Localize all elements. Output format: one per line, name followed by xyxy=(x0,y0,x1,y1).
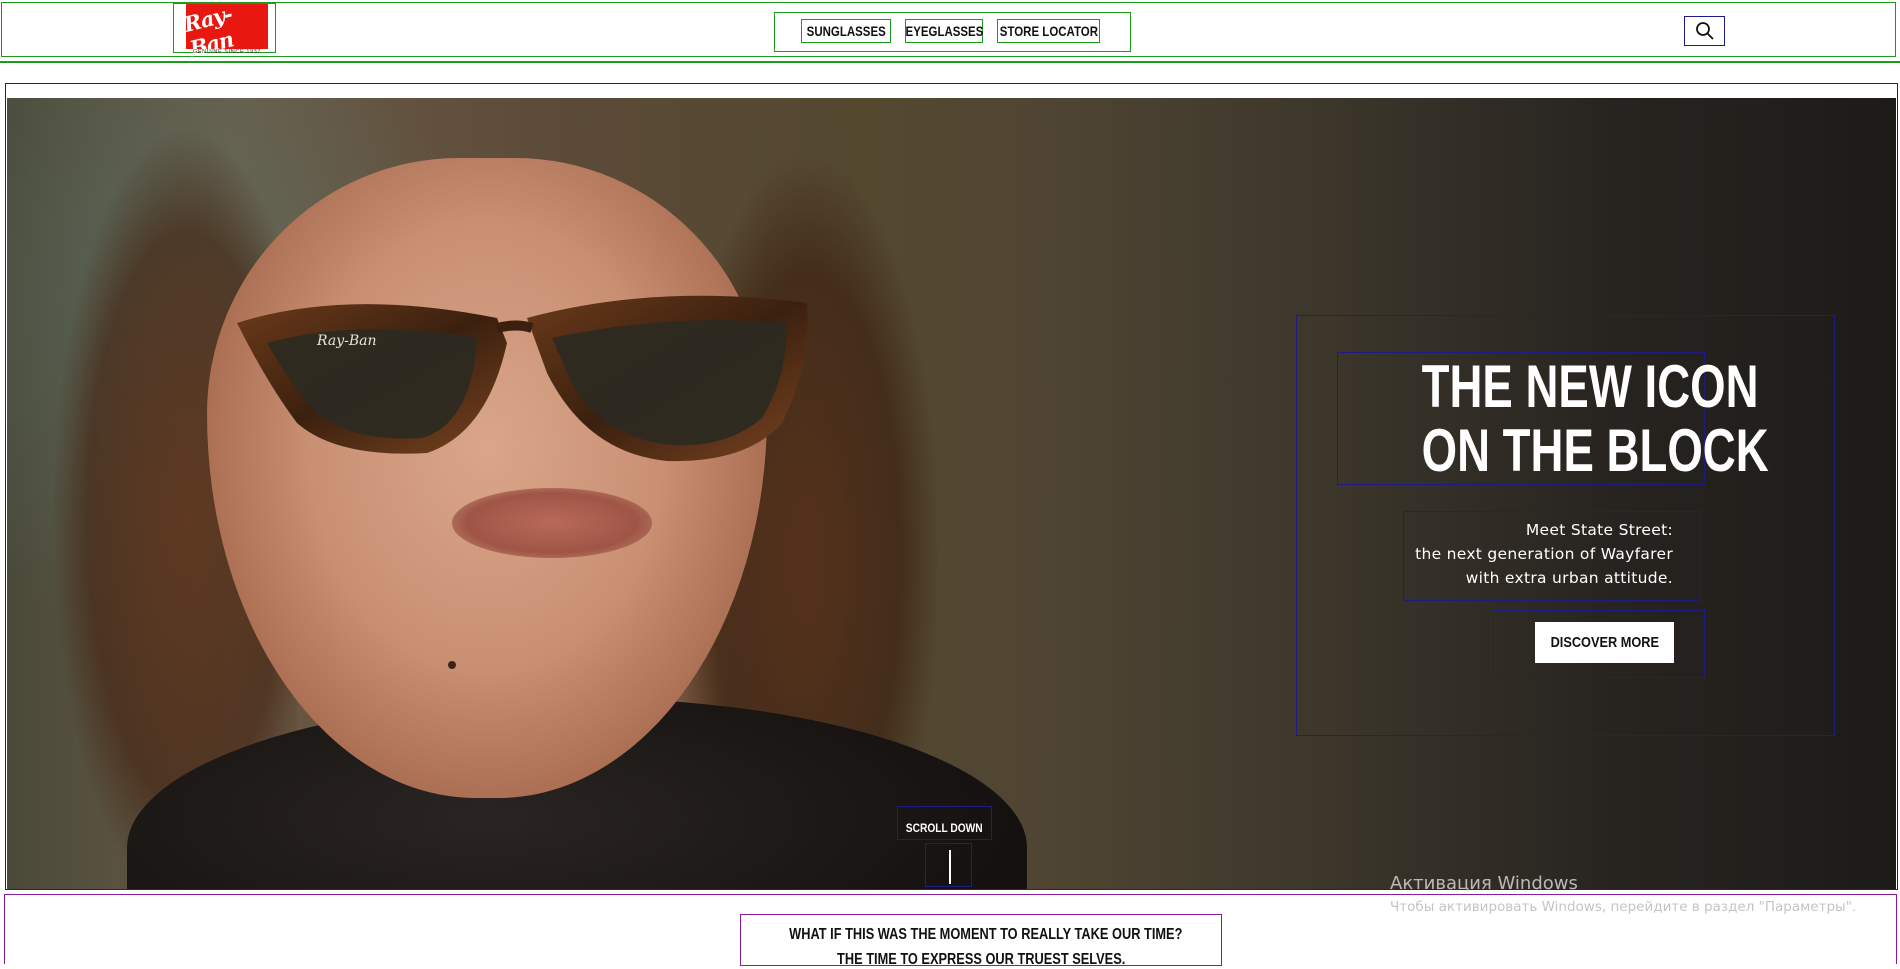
nav-eyeglasses[interactable]: EYEGLASSES xyxy=(905,19,983,43)
svg-text:Ray-Ban: Ray-Ban xyxy=(316,333,377,349)
hero-subtext: Meet State Street: the next generation o… xyxy=(1405,518,1673,590)
headline-line-1: THE NEW ICON xyxy=(1421,353,1759,420)
hero-mole xyxy=(448,661,456,669)
subtext-line-2: the next generation of Wayfarer xyxy=(1415,545,1673,563)
subtext-line-3: with extra urban attitude. xyxy=(1465,569,1673,587)
windows-activation-title: Активация Windows xyxy=(1390,873,1578,894)
sunglasses-illustration: Ray-Ban xyxy=(237,295,808,462)
main-nav: SUNGLASSES EYEGLASSES STORE LOCATOR xyxy=(774,12,1131,52)
headline-line-2: ON THE BLOCK xyxy=(1421,417,1769,484)
subtext-line-1: Meet State Street: xyxy=(1525,521,1673,539)
discover-more-button[interactable]: DISCOVER MORE xyxy=(1535,622,1674,663)
search-button[interactable] xyxy=(1684,16,1725,46)
nav-store-locator[interactable]: STORE LOCATOR xyxy=(997,19,1100,43)
scroll-down-link[interactable]: SCROLL DOWN xyxy=(897,821,992,835)
scroll-indicator-line xyxy=(949,850,951,884)
search-icon xyxy=(1695,22,1714,40)
ray-ban-logo: Ray-Ban xyxy=(181,0,268,61)
header-divider xyxy=(0,61,1900,63)
nav-sunglasses[interactable]: SUNGLASSES xyxy=(801,19,891,43)
hero-headline: THE NEW ICON ON THE BLOCK xyxy=(1340,353,1769,484)
intro-line-2: THE TIME TO EXPRESS OUR TRUEST SELVES. xyxy=(836,951,1126,968)
intro-line-1: WHAT IF THIS WAS THE MOMENT TO REALLY TA… xyxy=(789,926,1183,943)
logo-tagline: GENUINE SINCE 1937 xyxy=(193,49,261,55)
